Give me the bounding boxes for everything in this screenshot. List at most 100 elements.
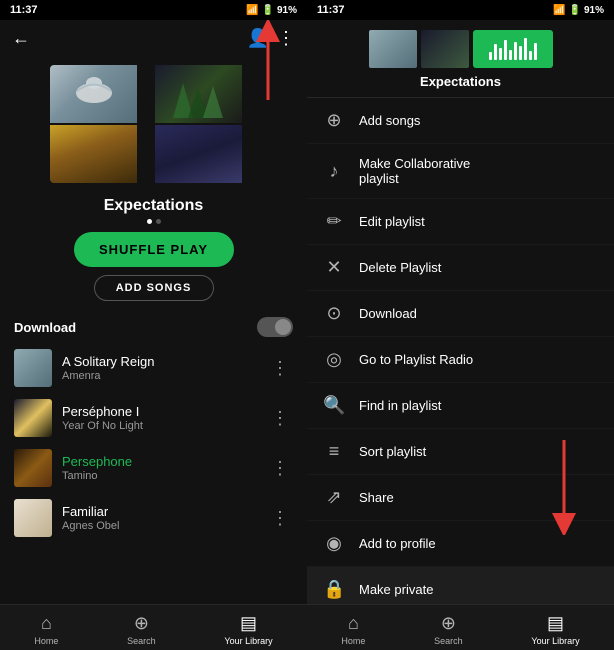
dot-2 [156,219,161,224]
status-bar-right: 11:37 📶 🔋 91% [307,0,614,20]
track-artist-2: Year Of No Light [62,420,257,432]
track-info-1: A Solitary Reign Amenra [62,354,257,382]
track-more-2[interactable]: ⋮ [267,404,293,433]
lock-icon: 🔒 [323,579,345,600]
delete-icon: ✕ [323,257,345,278]
menu-item-find[interactable]: 🔍 Find in playlist [307,383,614,429]
add-songs-button[interactable]: ADD SONGS [94,275,214,301]
menu-label-delete-playlist: Delete Playlist [359,260,441,275]
menu-item-playlist-radio[interactable]: ◎ Go to Playlist Radio [307,337,614,383]
nav-search-right[interactable]: ⊕ Search [434,613,463,646]
track-more-4[interactable]: ⋮ [267,504,293,533]
track-thumb-1 [14,349,52,387]
menu-label-download: Download [359,306,417,321]
track-list: A Solitary Reign Amenra ⋮ Perséphone I Y… [0,343,307,604]
album-cell-3 [50,125,137,183]
home-icon-right: ⌂ [348,613,359,634]
eq-bar-10 [534,43,537,60]
track-name-4: Familiar [62,504,257,519]
eq-bar-7 [519,46,522,60]
track-thumb-3 [14,449,52,487]
menu-label-sort: Sort playlist [359,444,426,459]
spotify-bar [473,30,553,68]
album-cell-4 [155,125,242,183]
back-icon[interactable]: ← [12,28,30,49]
playlist-header-right: Expectations [307,20,614,98]
edit-icon: ✏ [323,211,345,232]
home-icon: ⌂ [41,613,52,634]
battery-left: 91% [277,5,297,16]
find-icon: 🔍 [323,395,345,416]
dots-indicator [0,219,307,224]
spotify-equalizer [489,38,537,60]
left-panel: 11:37 📶 🔋 91% ← 👤 ⋮ [0,0,307,650]
album-cell-2 [155,65,242,123]
download-icon: ⊙ [323,303,345,324]
playlist-title-left: Expectations [0,197,307,215]
track-item: Persephone Tamino ⋮ [0,443,307,493]
header-img-1 [369,30,417,68]
radio-icon: ◎ [323,349,345,370]
nav-home-label-right: Home [341,636,365,646]
time-right: 11:37 [317,4,345,16]
status-icons-right: 📶 🔋 91% [553,5,604,16]
track-name-3: Persephone [62,454,257,469]
menu-item-download[interactable]: ⊙ Download [307,291,614,337]
dot-1 [147,219,152,224]
nav-library-label-right: Your Library [531,636,579,646]
toggle-knob [275,319,291,335]
eq-bar-4 [504,40,507,60]
playlist-header-images [369,30,553,68]
time-left: 11:37 [10,4,38,16]
red-arrow-left [243,20,293,110]
track-more-1[interactable]: ⋮ [267,354,293,383]
menu-label-find: Find in playlist [359,398,441,413]
share-icon: ⇗ [323,487,345,508]
battery-right: 91% [584,5,604,16]
track-info-3: Persephone Tamino [62,454,257,482]
header-img-2 [421,30,469,68]
bird-icon [69,73,119,108]
bottom-nav-left: ⌂ Home ⊕ Search ▤ Your Library [0,604,307,650]
eq-bar-5 [509,50,512,60]
nav-library-left[interactable]: ▤ Your Library [224,613,272,646]
status-bar-left: 11:37 📶 🔋 91% [0,0,307,20]
nav-home-left[interactable]: ⌂ Home [34,613,58,646]
eq-bar-6 [514,42,517,60]
collab-icon: ♪ [323,161,345,182]
track-item: Perséphone I Year Of No Light ⋮ [0,393,307,443]
library-icon: ▤ [240,613,257,634]
track-more-3[interactable]: ⋮ [267,454,293,483]
right-panel: 11:37 📶 🔋 91% [307,0,614,650]
sort-icon: ≡ [323,441,345,462]
menu-item-make-private[interactable]: 🔒 Make private [307,567,614,604]
track-item: Familiar Agnes Obel ⋮ [0,493,307,543]
menu-item-add-songs[interactable]: ⊕ Add songs [307,98,614,144]
album-cell-1 [50,65,137,123]
eq-bar-9 [529,51,532,60]
track-artist-1: Amenra [62,370,257,382]
track-artist-4: Agnes Obel [62,520,257,532]
track-thumb-4 [14,499,52,537]
download-toggle[interactable] [257,317,293,337]
bottom-nav-right: ⌂ Home ⊕ Search ▤ Your Library [307,604,614,650]
menu-item-edit-playlist[interactable]: ✏ Edit playlist [307,199,614,245]
search-icon-nav-right: ⊕ [441,613,456,634]
nav-search-label: Search [127,636,156,646]
shuffle-play-button[interactable]: SHUFFLE PLAY [74,232,234,267]
nav-home-label: Home [34,636,58,646]
search-icon-nav: ⊕ [134,613,149,634]
eq-bar-3 [499,48,502,60]
menu-item-delete-playlist[interactable]: ✕ Delete Playlist [307,245,614,291]
library-icon-right: ▤ [547,613,564,634]
download-row: Download [0,311,307,343]
nav-search-label-right: Search [434,636,463,646]
menu-item-collaborative[interactable]: ♪ Make Collaborativeplaylist [307,144,614,199]
nav-library-right[interactable]: ▤ Your Library [531,613,579,646]
track-artist-3: Tamino [62,470,257,482]
nav-search-left[interactable]: ⊕ Search [127,613,156,646]
menu-label-make-private: Make private [359,582,433,597]
profile-icon: ◉ [323,533,345,554]
nav-home-right[interactable]: ⌂ Home [341,613,365,646]
track-name-1: A Solitary Reign [62,354,257,369]
